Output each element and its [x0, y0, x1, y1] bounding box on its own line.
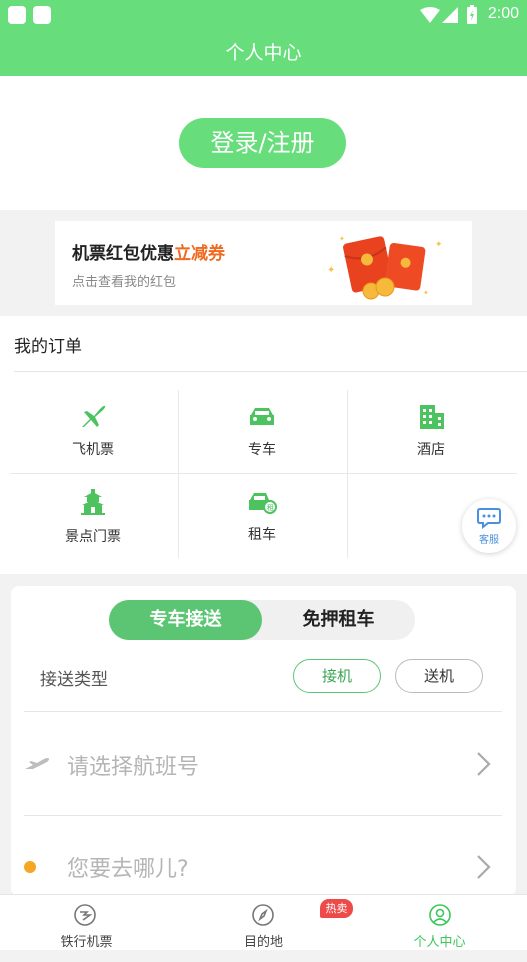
- order-flight[interactable]: 飞机票: [9, 389, 177, 473]
- destination-field[interactable]: 您要去哪儿?: [67, 851, 189, 883]
- divider: [14, 371, 527, 372]
- tab-destination-label: 目的地: [243, 935, 283, 950]
- order-attraction-ticket[interactable]: 景点门票: [9, 474, 177, 558]
- divider: [24, 711, 502, 712]
- order-car-rental[interactable]: 租 租车: [178, 474, 346, 558]
- red-envelope-icon: ✦ ✦ ✦ ✦: [327, 235, 443, 300]
- svg-text:✦: ✦: [339, 235, 345, 243]
- svg-text:✦: ✦: [327, 265, 335, 276]
- tab-private-car-transfer[interactable]: 专车接送: [109, 600, 262, 640]
- promo-title: 机票红包优惠立减券: [72, 239, 225, 264]
- signal-icon: [442, 7, 458, 23]
- order-car-rental-label: 租车: [248, 527, 276, 543]
- tab-rail-flight-label: 铁行机票: [60, 935, 113, 950]
- page-title: 个人中心: [0, 30, 527, 76]
- customer-service-label: 客服: [479, 535, 499, 546]
- promo-subtitle: 点击查看我的红包: [72, 275, 177, 290]
- hot-sale-badge: 热卖: [320, 899, 353, 918]
- order-hotel[interactable]: 酒店: [347, 389, 515, 473]
- svg-text:✦: ✦: [435, 240, 443, 250]
- destination-dot-icon: [24, 861, 36, 873]
- notification-icon: [33, 6, 51, 24]
- svg-text:✦: ✦: [423, 289, 429, 297]
- notification-icon: [8, 6, 26, 24]
- transfer-type-label: 接送类型: [40, 670, 108, 690]
- divider: [24, 815, 502, 816]
- login-section: 登录/注册: [0, 76, 527, 210]
- wifi-icon: [420, 7, 440, 23]
- user-icon: [429, 904, 451, 926]
- my-orders-title: 我的订单: [14, 337, 82, 357]
- flight-number-field[interactable]: 请选择航班号: [67, 749, 199, 781]
- hotel-icon: [420, 405, 444, 429]
- tab-rail-flight[interactable]: 铁行机票: [0, 895, 175, 951]
- temple-icon: [81, 489, 105, 515]
- red-packet-banner[interactable]: 机票红包优惠立减券 点击查看我的红包 ✦ ✦ ✦ ✦: [55, 221, 472, 305]
- order-flight-label: 飞机票: [72, 442, 114, 458]
- car-icon: [250, 408, 274, 425]
- order-private-car[interactable]: 专车: [178, 389, 346, 473]
- chevron-right-icon[interactable]: [473, 751, 493, 777]
- login-register-button[interactable]: 登录/注册: [179, 118, 346, 168]
- airplane-takeoff-icon: [25, 758, 49, 769]
- chat-icon: [477, 508, 501, 529]
- dropoff-option-button[interactable]: 送机: [395, 659, 483, 693]
- svg-text:租: 租: [267, 504, 274, 512]
- battery-icon: [467, 5, 477, 24]
- bottom-strip: [0, 950, 527, 962]
- compass-icon: [252, 904, 274, 926]
- order-hotel-label: 酒店: [417, 442, 445, 458]
- promo-title-prefix: 机票红包优惠: [72, 244, 174, 264]
- ticket-icon: [74, 904, 96, 926]
- tab-profile[interactable]: 个人中心: [352, 895, 527, 951]
- promo-title-highlight: 立减券: [174, 244, 225, 264]
- bottom-tab-bar: 铁行机票 目的地 个人中心 热卖: [0, 894, 527, 950]
- service-tab-switch: 专车接送 免押租车: [109, 600, 415, 640]
- customer-service-button[interactable]: 客服: [462, 499, 516, 553]
- plane-icon: [82, 405, 106, 427]
- my-orders-section: 我的订单 飞机票 专车 酒店 景点门票 租 租车: [0, 316, 527, 574]
- tab-deposit-free-rental[interactable]: 免押租车: [262, 600, 415, 640]
- order-private-car-label: 专车: [248, 442, 276, 458]
- tab-profile-label: 个人中心: [413, 935, 466, 950]
- pickup-option-button[interactable]: 接机: [293, 659, 381, 693]
- rental-car-icon: 租: [249, 493, 277, 514]
- order-attraction-ticket-label: 景点门票: [65, 529, 121, 545]
- chevron-right-icon[interactable]: [473, 854, 493, 880]
- status-bar: 2:00: [0, 0, 527, 30]
- transfer-booking-card: 专车接送 免押租车 接送类型 接机 送机 请选择航班号 您要去哪儿?: [11, 586, 516, 896]
- clock: 2:00: [487, 5, 519, 22]
